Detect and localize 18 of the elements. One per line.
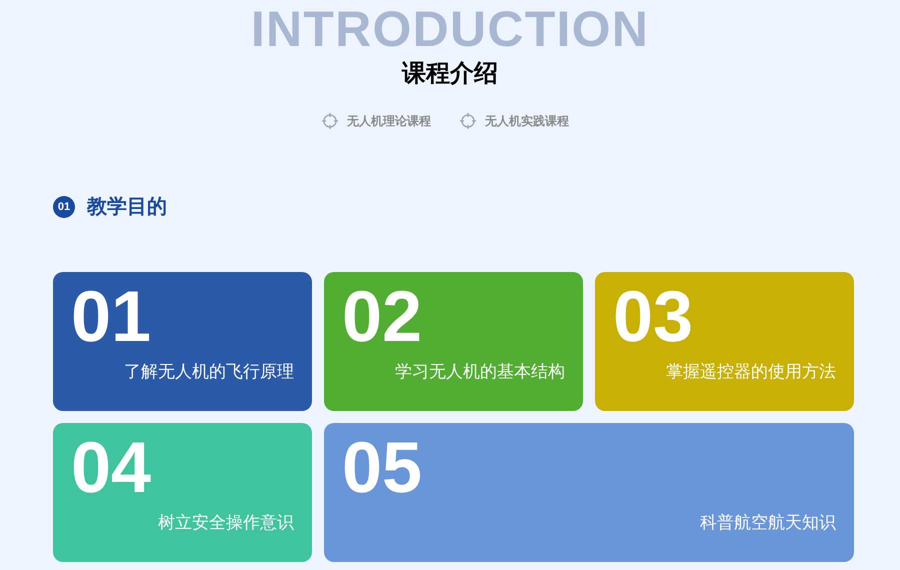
goal-number: 05 (342, 429, 424, 508)
goal-text: 科普航空航天知识 (700, 512, 836, 534)
goal-number: 03 (613, 278, 694, 358)
crosshair-icon (459, 112, 477, 130)
goal-number: 04 (71, 429, 152, 508)
section-title: 教学目的 (87, 195, 167, 220)
goal-number: 02 (342, 278, 424, 358)
section-number-badge: 01 (53, 196, 75, 218)
page-title: 课程介绍 (402, 59, 498, 89)
goal-text: 了解无人机的飞行原理 (124, 361, 294, 384)
goal-text: 掌握遥控器的使用方法 (666, 361, 836, 384)
course-link[interactable]: 无人机理论课程 (321, 112, 431, 130)
crosshair-icon (321, 112, 339, 130)
goal-text: 学习无人机的基本结构 (395, 361, 565, 384)
background-word: INTRODUCTION (250, 4, 650, 54)
goal-number: 01 (71, 278, 152, 358)
course-link[interactable]: 无人机实践课程 (459, 112, 569, 130)
goal-text: 树立安全操作意识 (158, 512, 294, 534)
